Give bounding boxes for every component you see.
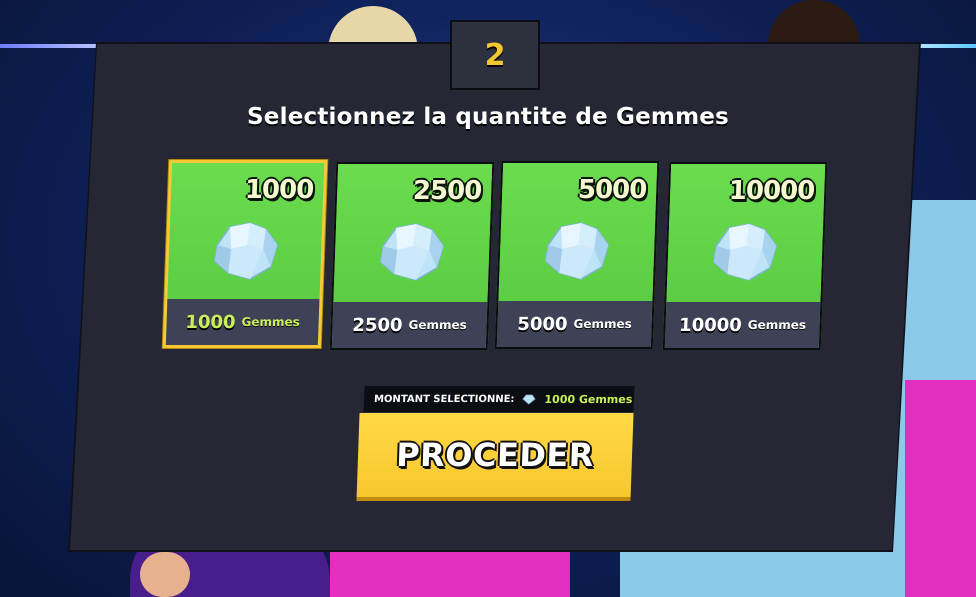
pack-label-unit: Gemmes xyxy=(573,317,633,331)
gem-pack-card-5000[interactable]: 5000 5000 Gemmes xyxy=(494,161,660,349)
gem-icon xyxy=(213,222,279,280)
pack-label-bar: 1000 Gemmes xyxy=(165,299,320,345)
pack-label-bar: 5000 Gemmes xyxy=(496,301,653,347)
pack-label-unit: Gemmes xyxy=(241,315,301,329)
pack-amount: 10000 xyxy=(728,176,815,206)
background-player xyxy=(140,552,190,597)
pack-label-unit: Gemmes xyxy=(747,318,807,332)
background-light-streak xyxy=(0,44,100,48)
gem-pack-card-1000[interactable]: 1000 1000 Gemmes xyxy=(162,160,328,348)
gem-pack-card-2500[interactable]: 2500 2500 Gemmes xyxy=(329,162,495,350)
page-title: Selectionnez la quantite de Gemmes xyxy=(247,104,729,130)
selected-amount-banner: MONTANT SELECTIONNE: 1000 Gemmes xyxy=(363,386,635,412)
gem-icon xyxy=(379,223,445,281)
pack-amount: 1000 xyxy=(244,175,314,205)
pack-amount: 5000 xyxy=(577,175,647,205)
gem-icon xyxy=(522,394,537,405)
background-light-streak xyxy=(916,44,976,48)
gem-icon xyxy=(712,223,778,281)
pack-label-unit: Gemmes xyxy=(408,318,468,332)
pack-label-amount: 1000 xyxy=(185,311,236,333)
background-player xyxy=(905,380,976,597)
gem-icon xyxy=(544,222,610,280)
gem-pack-card-10000[interactable]: 10000 10000 Gemmes xyxy=(662,162,828,350)
pack-label-amount: 10000 xyxy=(678,314,743,336)
pack-label-bar: 2500 Gemmes xyxy=(331,302,488,348)
selected-amount-label: MONTANT SELECTIONNE: xyxy=(373,393,515,405)
proceed-button[interactable]: PROCEDER xyxy=(356,413,634,501)
step-number-badge: 2 xyxy=(450,20,540,90)
pack-label-amount: 2500 xyxy=(352,314,403,336)
selected-amount-value: 1000 Gemmes xyxy=(544,392,633,406)
pack-amount: 2500 xyxy=(412,176,482,206)
pack-label-bar: 10000 Gemmes xyxy=(664,302,821,348)
pack-label-amount: 5000 xyxy=(517,313,568,335)
